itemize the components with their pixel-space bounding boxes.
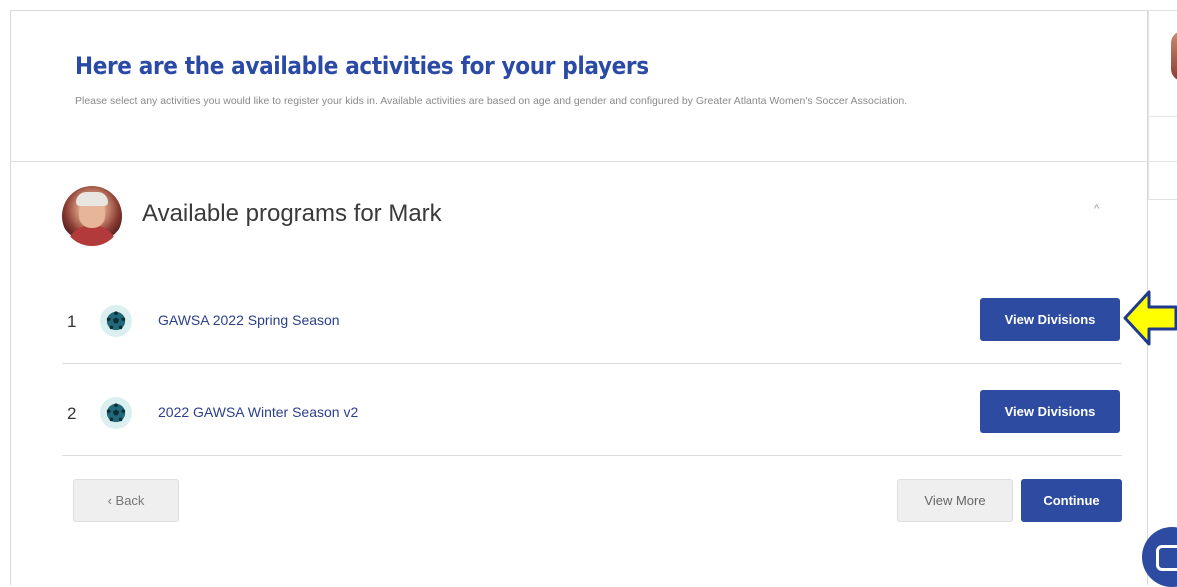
yellow-arrow-icon (1123, 290, 1177, 346)
program-number: 2 (67, 404, 77, 423)
side-avatar (1171, 31, 1177, 81)
side-panel (1148, 10, 1177, 200)
program-name[interactable]: GAWSA 2022 Spring Season (158, 312, 340, 328)
section-title: Available programs for Mark (142, 200, 442, 227)
program-row: 2 2022 GAWSA Winter Season v2 View Divis… (62, 364, 1122, 456)
player-avatar (62, 186, 122, 246)
program-row: 1 GAWSA 2022 Spring Season View Division… (62, 272, 1122, 364)
collapse-chevron-icon[interactable]: ^ (1094, 203, 1099, 215)
view-divisions-button[interactable]: View Divisions (980, 390, 1120, 433)
back-button[interactable]: ‹ Back (73, 479, 179, 522)
side-divider (1149, 161, 1177, 162)
page-subtitle: Please select any activities you would l… (75, 95, 908, 107)
view-divisions-button[interactable]: View Divisions (980, 298, 1120, 341)
view-more-button[interactable]: View More (897, 479, 1013, 522)
side-divider (1149, 116, 1177, 117)
continue-button[interactable]: Continue (1021, 479, 1122, 522)
page-header: Here are the available activities for yo… (11, 11, 1147, 162)
page-title: Here are the available activities for yo… (75, 52, 649, 80)
soccer-ball-icon (100, 397, 132, 429)
chat-bubble-icon (1156, 545, 1177, 571)
program-number: 1 (67, 312, 77, 331)
player-section-header: Available programs for Mark ^ (62, 186, 1122, 248)
program-name[interactable]: 2022 GAWSA Winter Season v2 (158, 404, 358, 420)
soccer-ball-icon (100, 305, 132, 337)
